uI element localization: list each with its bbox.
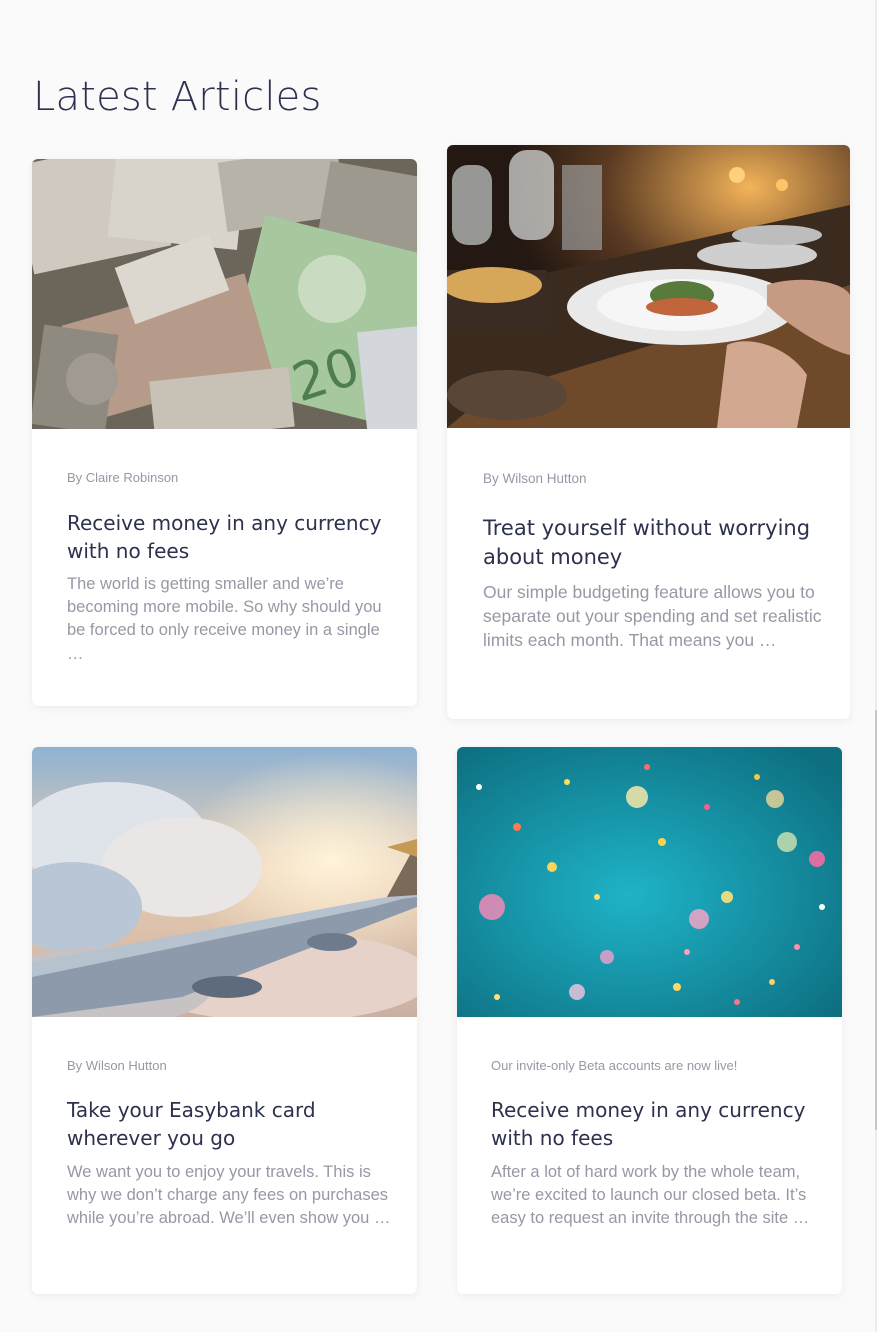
- article-author: By Wilson Hutton: [483, 471, 587, 486]
- article-excerpt: After a lot of hard work by the whole te…: [491, 1163, 810, 1228]
- article-card[interactable]: Our invite-only Beta accounts are now li…: [457, 747, 842, 1294]
- airplane-wing-image[interactable]: [32, 747, 417, 1017]
- article-author: By Claire Robinson: [67, 470, 179, 485]
- article-author: By Wilson Hutton: [67, 1058, 167, 1073]
- restaurant-dinner-image[interactable]: [447, 145, 850, 428]
- article-card[interactable]: By Wilson Hutton Treat yourself without …: [447, 145, 850, 719]
- article-author: Our invite-only Beta accounts are now li…: [491, 1058, 738, 1073]
- article-title[interactable]: Receive money in any currency with no fe…: [67, 510, 387, 565]
- section-title: Latest Articles: [33, 74, 322, 120]
- article-card[interactable]: By Wilson Hutton Take your Easybank card…: [32, 747, 417, 1294]
- article-excerpt: We want you to enjoy your travels. This …: [67, 1163, 391, 1228]
- money-banknotes-image[interactable]: 20: [32, 159, 417, 429]
- confetti-image[interactable]: [457, 747, 842, 1017]
- article-excerpt: Our simple budgeting feature allows you …: [483, 582, 822, 651]
- article-card[interactable]: 20 By Claire Robinson Receive money in a…: [32, 159, 417, 706]
- article-title[interactable]: Treat yourself without worrying about mo…: [483, 514, 823, 572]
- article-title[interactable]: Receive money in any currency with no fe…: [491, 1096, 811, 1152]
- article-excerpt: The world is getting smaller and we’re b…: [67, 575, 382, 663]
- article-title[interactable]: Take your Easybank card wherever you go: [67, 1096, 397, 1152]
- articles-page: Latest Articles 20 By Claire Robinson Re…: [0, 0, 877, 1332]
